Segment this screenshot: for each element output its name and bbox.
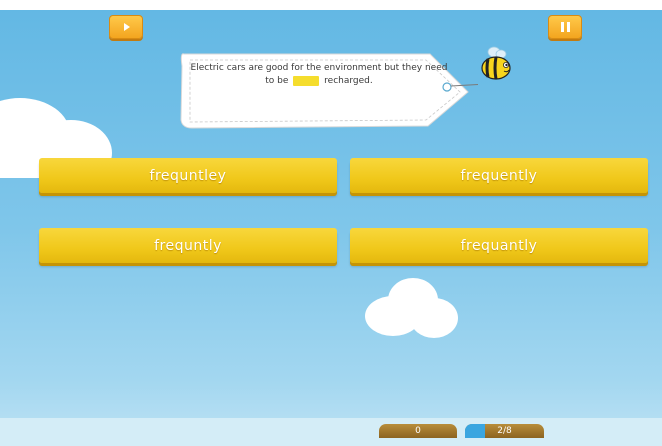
play-button[interactable] [109,15,143,39]
play-icon [124,23,130,31]
pause-icon [560,22,570,32]
bee-icon [481,46,511,80]
question-after-blank: recharged. [324,76,373,86]
question-tag: Electric cars are good for the environme… [178,46,478,132]
pause-button[interactable] [548,15,582,39]
answer-blank [293,75,320,86]
question-text: Electric cars are good for the environme… [188,62,450,88]
progress-fill [465,424,485,438]
answer-option-3[interactable]: frequntly [39,228,337,263]
answer-option-4[interactable]: frequantly [350,228,648,263]
progress-text: 2/8 [497,426,512,436]
score-value: 0 [415,426,421,436]
progress-badge: 2/8 [465,424,544,438]
answer-option-2[interactable]: frequently [350,158,648,193]
answer-option-1[interactable]: frequntley [39,158,337,193]
score-badge: 0 [379,424,457,438]
bottom-bar [0,418,662,446]
game-stage: Electric cars are good for the environme… [0,10,662,446]
